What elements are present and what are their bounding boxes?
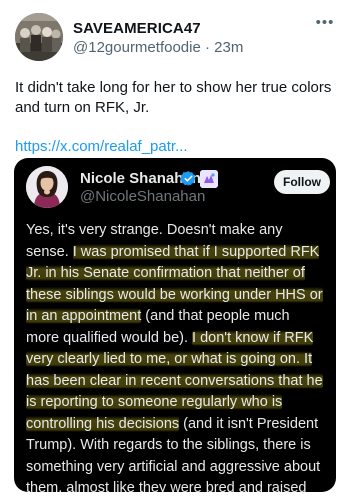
post-card: SAVEAMERICA47 @12gourmetfoodie · 23m •••…	[0, 0, 350, 500]
group-photo-avatar-image	[15, 13, 63, 61]
quoted-author-handle[interactable]: @NicoleShanahan	[80, 188, 205, 205]
author-avatar[interactable]	[15, 13, 63, 61]
portrait-avatar-image	[26, 166, 68, 208]
author-meta: @12gourmetfoodie · 23m	[73, 39, 243, 56]
quoted-post-card[interactable]: Nicole Shanahan @NicoleShanahan Follow Y…	[14, 158, 336, 492]
more-options-button[interactable]: •••	[312, 14, 338, 36]
more-horizontal-icon: •••	[315, 14, 335, 31]
quoted-post-text: Yes, it's very strange. Doesn't make any…	[26, 220, 326, 492]
author-handle[interactable]: @12gourmetfoodie	[73, 39, 201, 56]
post-timestamp[interactable]: 23m	[214, 39, 243, 56]
post-text: It didn't take long for her to show her …	[15, 79, 332, 116]
post-link[interactable]: https://x.com/realaf_patr...	[15, 138, 188, 155]
verified-badge-icon	[180, 171, 196, 186]
follow-button[interactable]: Follow	[274, 170, 330, 194]
affiliate-badge-icon[interactable]	[200, 170, 218, 188]
quoted-author-avatar[interactable]	[26, 166, 68, 208]
affiliate-logo-icon	[200, 170, 218, 188]
author-name[interactable]: SAVEAMERICA47	[73, 20, 201, 37]
meta-separator: ·	[200, 39, 215, 56]
